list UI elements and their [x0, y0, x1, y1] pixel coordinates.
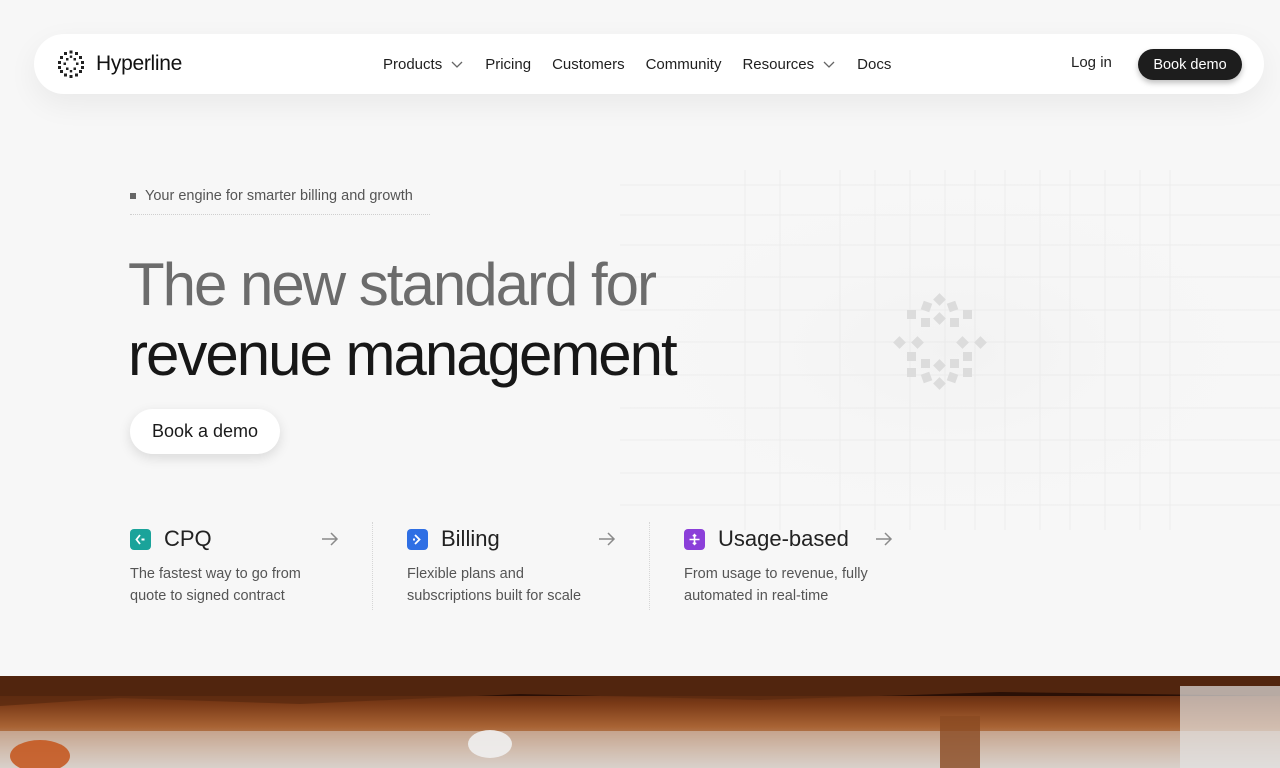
- hero-grid-decoration: [620, 170, 1280, 530]
- nav-links: Products Pricing Customers Community Res…: [383, 34, 912, 94]
- nav-item-label: Customers: [552, 55, 625, 73]
- headline-line-2: revenue management: [128, 321, 678, 388]
- book-demo-button[interactable]: Book demo: [1138, 49, 1242, 80]
- nav-item-label: Docs: [857, 55, 892, 73]
- nav-item-pricing[interactable]: Pricing: [485, 56, 531, 73]
- arrow-right-icon: [322, 532, 339, 546]
- feature-divider: [372, 522, 373, 610]
- chevron-down-icon: [451, 61, 463, 68]
- nav-item-products[interactable]: Products: [383, 56, 464, 73]
- nav-item-docs[interactable]: Docs: [857, 56, 891, 73]
- square-bullet-icon: [130, 193, 136, 199]
- feature-card-usage-based[interactable]: Usage-based From usage to revenue, fully…: [684, 525, 929, 610]
- brand-logo[interactable]: Hyperline: [56, 50, 182, 78]
- book-a-demo-button[interactable]: Book a demo: [130, 409, 280, 454]
- login-link[interactable]: Log in: [1071, 54, 1112, 71]
- nav-item-label: Products: [383, 55, 443, 73]
- nav-item-customers[interactable]: Customers: [552, 56, 625, 73]
- feature-description: From usage to revenue, fully automated i…: [684, 566, 868, 604]
- hero-headline: The new standard for revenue management: [128, 250, 678, 390]
- nav-item-label: Pricing: [485, 55, 532, 73]
- nav-item-resources[interactable]: Resources: [742, 56, 836, 73]
- feature-card-cpq[interactable]: CPQ The fastest way to go from quote to …: [130, 525, 375, 610]
- top-navbar: Hyperline Products Pricing Customers Com…: [34, 34, 1264, 94]
- feature-divider: [649, 522, 650, 610]
- chevron-down-icon: [823, 61, 835, 68]
- hyperline-logo-icon: [58, 50, 84, 78]
- feature-description: Flexible plans and subscriptions built f…: [407, 566, 582, 604]
- feature-card-billing[interactable]: Billing Flexible plans and subscriptions…: [407, 525, 652, 610]
- hero-eyebrow: Your engine for smarter billing and grow…: [130, 188, 430, 215]
- headline-line-1: The new standard for: [128, 251, 657, 318]
- hero-photo: [0, 676, 1280, 768]
- feature-title: CPQ: [164, 526, 212, 551]
- eyebrow-text: Your engine for smarter billing and grow…: [145, 188, 413, 204]
- brand-name: Hyperline: [96, 52, 183, 75]
- cpq-icon: [130, 528, 151, 550]
- usage-icon: [684, 528, 705, 550]
- feature-description: The fastest way to go from quote to sign…: [130, 566, 301, 604]
- feature-title: Usage-based: [718, 526, 849, 551]
- nav-item-label: Community: [645, 55, 722, 73]
- arrow-right-icon: [599, 532, 616, 546]
- photo-illustration: [0, 676, 1280, 768]
- feature-title: Billing: [441, 526, 500, 551]
- billing-icon: [407, 528, 428, 550]
- nav-item-community[interactable]: Community: [646, 56, 722, 73]
- arrow-right-icon: [876, 532, 893, 546]
- nav-item-label: Resources: [742, 55, 815, 73]
